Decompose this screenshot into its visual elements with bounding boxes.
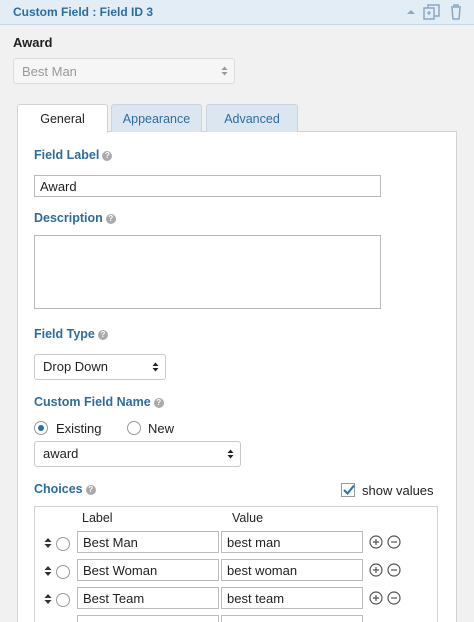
sort-handle-icon[interactable] <box>44 565 52 577</box>
tab-general-label: General <box>40 112 85 126</box>
help-icon[interactable]: ? <box>102 151 113 161</box>
choice-value-input[interactable]: best team <box>221 587 363 609</box>
choice-value-input[interactable]: best man <box>221 531 363 553</box>
add-choice-icon[interactable] <box>369 535 383 549</box>
custom-field-name-heading: Custom Field Name? <box>34 395 164 409</box>
delete-icon[interactable] <box>449 3 463 21</box>
field-titlebar: Custom Field : Field ID 3 <box>0 0 474 25</box>
choice-default-radio[interactable] <box>56 593 70 607</box>
select-arrows-icon <box>152 362 159 372</box>
field-label-text: Field Label <box>34 148 100 162</box>
help-icon[interactable]: ? <box>85 485 96 495</box>
checkmark-icon <box>343 484 355 495</box>
custom-field-name-label-text: Custom Field Name <box>34 395 151 409</box>
radio-new-label: New <box>148 421 175 436</box>
field-label-input[interactable]: Award <box>34 175 381 197</box>
sort-handle-icon[interactable] <box>44 537 52 549</box>
help-icon[interactable]: ? <box>97 330 108 340</box>
select-arrows-icon <box>221 66 228 76</box>
field-label-heading: Field Label? <box>34 148 113 162</box>
help-icon[interactable]: ? <box>105 214 116 224</box>
field-type-label-text: Field Type <box>34 327 95 341</box>
custom-field-name-select[interactable]: award <box>34 441 241 467</box>
field-title: Custom Field : Field ID 3 <box>13 5 154 19</box>
choice-label-input[interactable]: Best Woman <box>77 559 219 581</box>
description-label-text: Description <box>34 211 103 225</box>
remove-choice-icon[interactable] <box>387 563 401 577</box>
custom-field-panel: Custom Field : Field ID 3 Award Best Man <box>0 0 474 622</box>
field-type-select-value: Drop Down <box>43 359 109 374</box>
choice-default-radio[interactable] <box>56 537 70 551</box>
choices-header-value: Value <box>232 511 264 525</box>
description-textarea[interactable] <box>34 235 381 309</box>
tab-appearance-label: Appearance <box>122 112 191 126</box>
show-values-checkbox[interactable] <box>341 483 355 497</box>
choice-label-input[interactable]: Best Man <box>77 531 219 553</box>
radio-existing[interactable] <box>34 421 48 435</box>
radio-existing-label: Existing <box>56 421 102 436</box>
choices-heading: Choices? <box>34 482 96 496</box>
choices-label-text: Choices <box>34 482 83 496</box>
description-heading: Description? <box>34 211 116 225</box>
choice-value-input[interactable]: best woman <box>221 559 363 581</box>
tab-appearance[interactable]: Appearance <box>111 104 202 132</box>
tab-advanced[interactable]: Advanced <box>206 104 298 132</box>
remove-choice-icon[interactable] <box>387 591 401 605</box>
field-preview-select-value: Best Man <box>22 64 77 79</box>
collapse-arrow-icon[interactable] <box>406 3 416 21</box>
select-arrows-icon <box>227 449 234 459</box>
radio-new[interactable] <box>127 421 141 435</box>
choices-header-label: Label <box>82 511 113 525</box>
add-choice-icon[interactable] <box>369 563 383 577</box>
choice-label-input[interactable] <box>77 615 219 622</box>
choice-default-radio[interactable] <box>56 565 70 579</box>
add-choice-icon[interactable] <box>369 591 383 605</box>
remove-choice-icon[interactable] <box>387 535 401 549</box>
tab-general[interactable]: General <box>17 104 108 133</box>
field-type-select[interactable]: Drop Down <box>34 354 166 380</box>
choice-label-input[interactable]: Best Team <box>77 587 219 609</box>
help-icon[interactable]: ? <box>153 398 164 408</box>
duplicate-icon[interactable] <box>423 3 441 21</box>
custom-field-name-select-value: award <box>43 446 79 461</box>
sort-handle-icon[interactable] <box>44 593 52 605</box>
field-preview-label: Award <box>13 35 53 50</box>
field-type-heading: Field Type? <box>34 327 108 341</box>
choice-value-input[interactable] <box>221 615 363 622</box>
show-values-label: show values <box>362 483 434 498</box>
field-preview-select[interactable]: Best Man <box>13 58 235 84</box>
tab-advanced-label: Advanced <box>224 112 280 126</box>
